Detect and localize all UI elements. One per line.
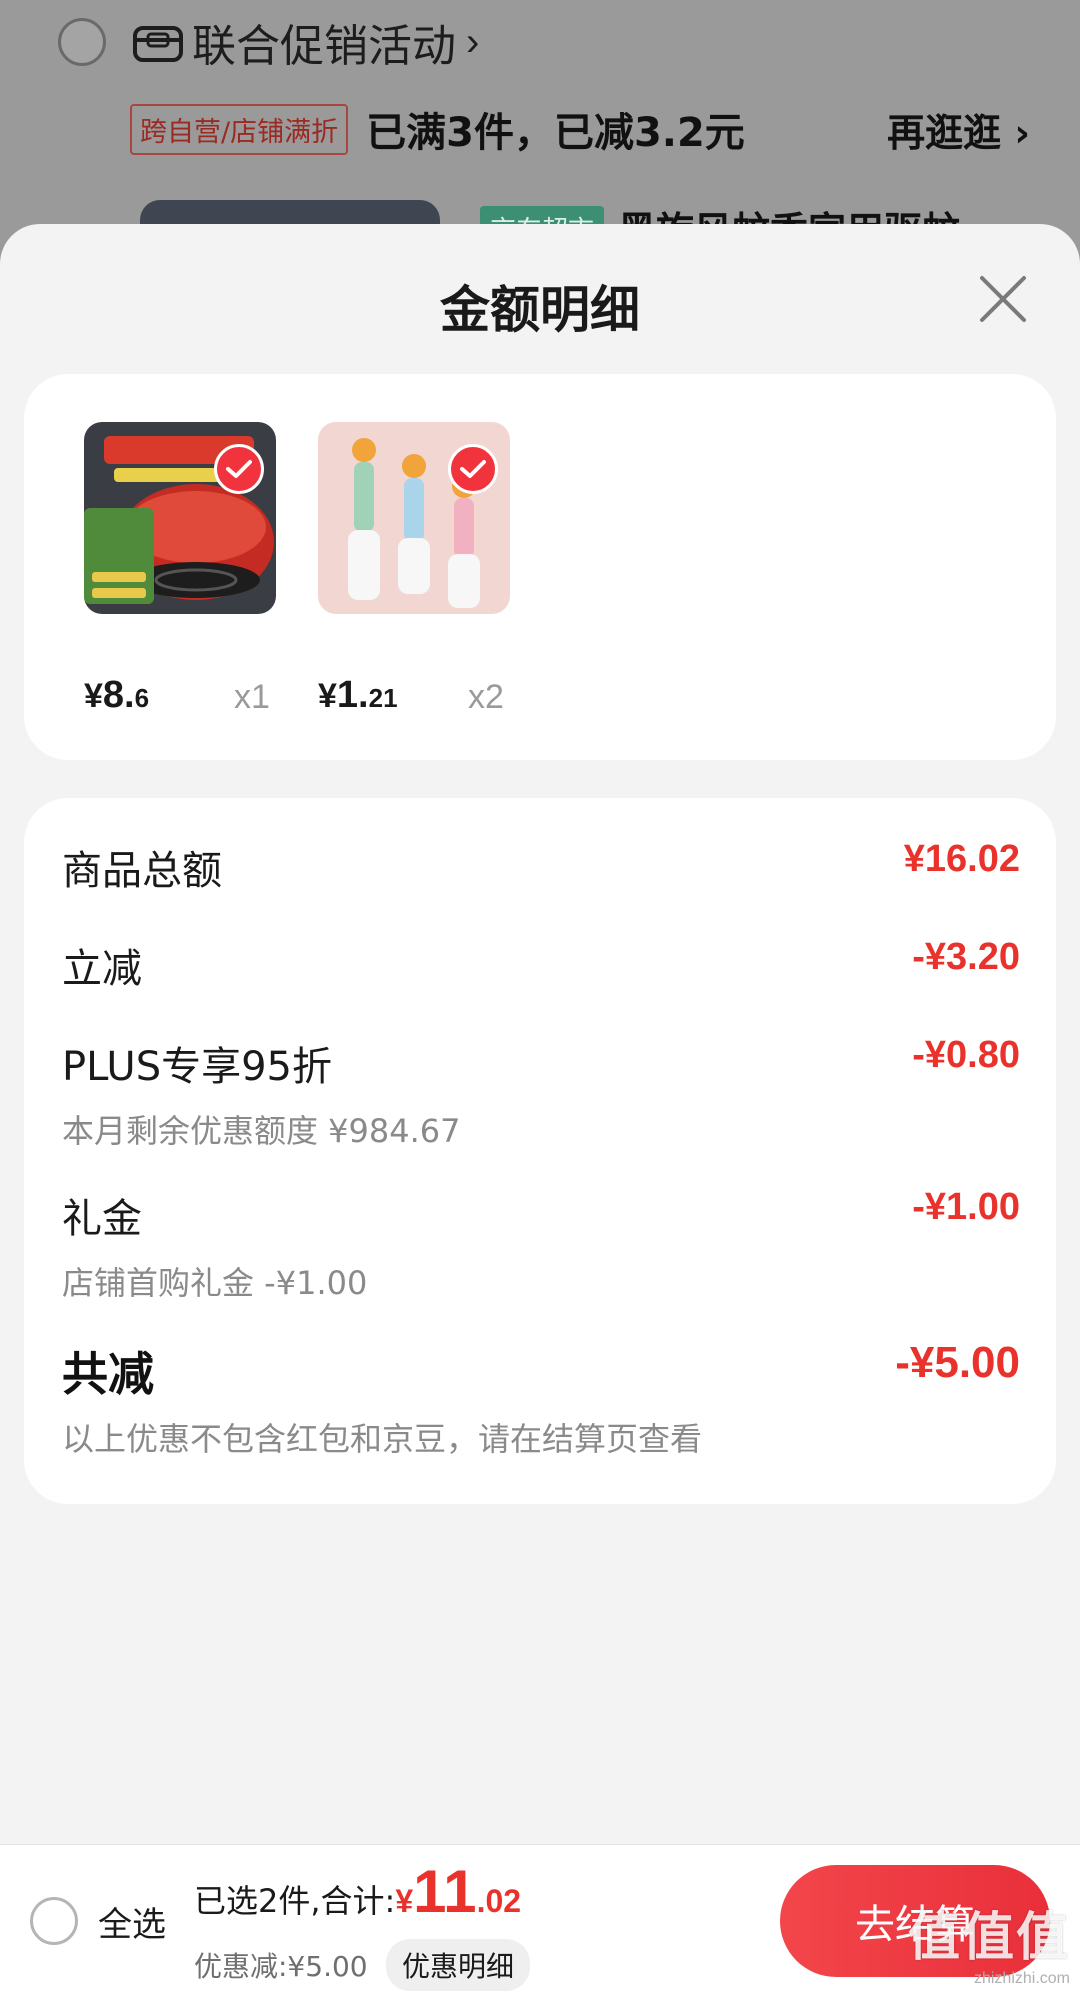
total-discount-note: 以上优惠不包含红包和京豆，请在结算页查看 xyxy=(62,1420,703,1458)
discount-detail-button[interactable]: 优惠明细 xyxy=(386,1939,531,1991)
checkout-bar: 全选 已选2件,合计: ¥ 11 .02 优惠减:¥5.00 优惠明细 去结算 … xyxy=(0,1844,1080,1994)
total-amount-integer: 11 xyxy=(413,1858,477,1925)
background-cart-page: 联合促销活动 › 跨自营/店铺满折 已满3件，已减3.2元 再逛逛 › 京东超市… xyxy=(0,0,1080,260)
bg-activity-label: 联合促销活动 xyxy=(192,21,456,72)
amount-breakdown-card: 商品总额 ¥16.02 立减 -¥3.20 PLUS专享95折 本月剩余优惠额度… xyxy=(24,798,1056,1504)
close-icon[interactable] xyxy=(976,272,1030,326)
bg-activity-row: 联合促销活动 › xyxy=(58,14,480,72)
goods-total-value: ¥16.02 xyxy=(903,838,1020,880)
plus-quota-note: 本月剩余优惠额度 ¥984.67 xyxy=(62,1112,461,1150)
instant-discount-label: 立减 xyxy=(62,946,142,992)
summary-text: 已选2件,合计: xyxy=(194,1882,396,1920)
order-summary: 已选2件,合计: ¥ 11 .02 xyxy=(194,1857,521,1926)
total-discount-row: 共减 以上优惠不包含红包和京豆，请在结算页查看 -¥5.00 xyxy=(62,1338,1020,1460)
gift-money-value: -¥1.00 xyxy=(912,1186,1020,1228)
total-discount-value: -¥5.00 xyxy=(895,1338,1020,1387)
bg-promo-text: 已满3件，已减3.2元 xyxy=(366,110,745,156)
goods-total-row: 商品总额 ¥16.02 xyxy=(62,838,1020,896)
plus-discount-row: PLUS专享95折 本月剩余优惠额度 ¥984.67 -¥0.80 xyxy=(62,1034,1020,1152)
watermark-text: 值值值 xyxy=(907,1908,1070,1968)
product-item[interactable]: ¥1.21 x2 xyxy=(318,422,510,716)
instant-discount-row: 立减 -¥3.20 xyxy=(62,936,1020,994)
chevron-right-icon: › xyxy=(466,19,480,64)
gift-money-label: 礼金 xyxy=(62,1196,142,1242)
plus-discount-value: -¥0.80 xyxy=(912,1034,1020,1076)
bg-select-radio xyxy=(58,18,106,66)
goods-total-label: 商品总额 xyxy=(62,848,222,894)
amount-detail-sheet: 金额明细 ¥8.6 x1 ¥1.21 x2 商品总额 ¥16.02 立减 -¥3… xyxy=(0,224,1080,1844)
product-image-cleaning-brush xyxy=(318,422,510,614)
total-currency: ¥ xyxy=(395,1883,414,1919)
gift-money-row: 礼金 店铺首购礼金 -¥1.00 -¥1.00 xyxy=(62,1186,1020,1304)
product-image-mosquito-coil xyxy=(84,422,276,614)
product-item[interactable]: ¥8.6 x1 xyxy=(84,422,276,716)
plus-discount-label: PLUS专享95折 xyxy=(62,1044,332,1090)
product-quantity: x2 xyxy=(468,678,504,716)
discount-amount: 优惠减:¥5.00 xyxy=(194,1950,368,1983)
selected-products-card: ¥8.6 x1 ¥1.21 x2 xyxy=(24,374,1056,760)
product-price: ¥8.6 xyxy=(84,674,150,716)
sheet-title: 金额明细 xyxy=(440,281,640,339)
select-all-label[interactable]: 全选 xyxy=(98,1897,166,1946)
watermark-url: zhizhizhi.com xyxy=(973,1970,1070,1987)
total-amount-decimal: .02 xyxy=(476,1883,522,1919)
product-quantity: x1 xyxy=(234,678,270,716)
gift-money-note: 店铺首购礼金 -¥1.00 xyxy=(62,1264,368,1302)
product-price: ¥1.21 xyxy=(318,674,398,716)
bg-promo-tag: 跨自营/店铺满折 xyxy=(130,103,349,155)
bg-more-link: 再逛逛 › xyxy=(887,110,1030,155)
shop-icon xyxy=(133,26,183,62)
bg-promo-row: 跨自营/店铺满折 已满3件，已减3.2元 再逛逛 › xyxy=(130,103,1030,156)
site-watermark: 值值值 zhizhizhi.com xyxy=(908,1895,1070,1988)
checkmark-icon xyxy=(448,444,498,494)
instant-discount-value: -¥3.20 xyxy=(912,936,1020,978)
total-discount-label: 共减 xyxy=(62,1347,154,1401)
checkmark-icon xyxy=(214,444,264,494)
select-all-radio[interactable] xyxy=(30,1897,78,1945)
